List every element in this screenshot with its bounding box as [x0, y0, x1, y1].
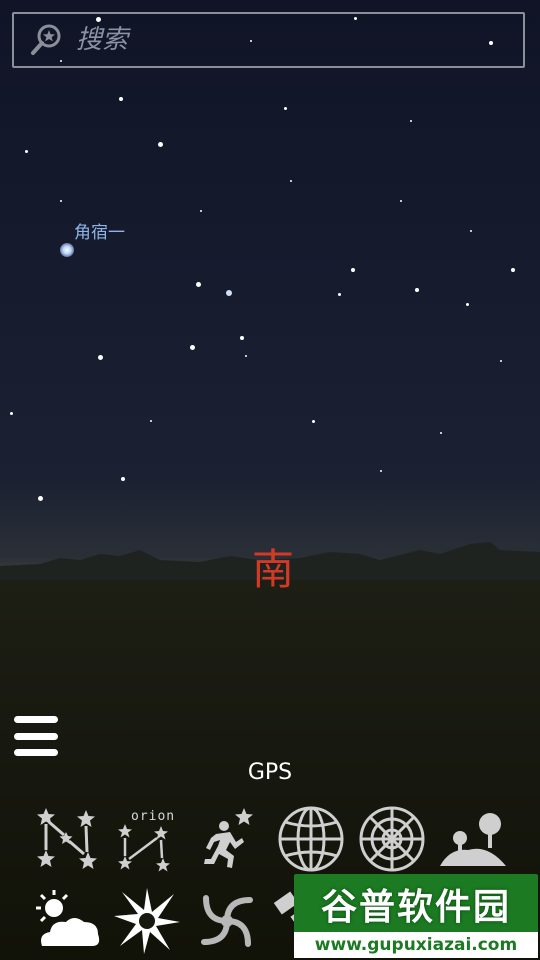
azimuthal-grid-icon — [359, 806, 425, 872]
landscape-icon — [439, 813, 506, 866]
watermark-url: www.gupuxiazai.com — [294, 932, 538, 958]
star — [150, 420, 152, 422]
azimuthal-grid-button[interactable] — [355, 802, 429, 876]
star — [380, 470, 382, 472]
starburst-button[interactable] — [110, 884, 184, 958]
galaxy-button[interactable] — [190, 884, 264, 958]
star — [119, 97, 123, 101]
star — [351, 268, 355, 272]
star — [10, 412, 13, 415]
star — [338, 293, 341, 296]
star — [511, 268, 515, 272]
star — [60, 200, 62, 202]
menu-line — [14, 732, 58, 740]
star — [190, 345, 195, 350]
star — [415, 288, 419, 292]
star — [240, 336, 244, 340]
star-label-spica[interactable]: 角宿一 — [74, 218, 125, 243]
star — [196, 282, 201, 287]
constellation-names-icon: orion — [118, 809, 175, 872]
menu-button[interactable] — [14, 716, 58, 756]
star — [121, 477, 125, 481]
landscape-button[interactable] — [436, 802, 510, 876]
search-icon[interactable] — [24, 18, 68, 62]
constellation-lines-button[interactable] — [30, 802, 104, 876]
runner-button[interactable] — [192, 802, 266, 876]
star — [98, 355, 103, 360]
star — [200, 210, 202, 212]
menu-line — [14, 749, 58, 756]
star — [158, 142, 163, 147]
constellation-lines-icon — [37, 808, 97, 869]
toolbar-row-1: orion — [30, 802, 510, 876]
spica-star[interactable] — [60, 243, 74, 257]
atmosphere-icon — [36, 890, 100, 946]
star — [245, 355, 247, 357]
star — [470, 230, 472, 232]
starburst-icon — [114, 888, 180, 954]
search-bar[interactable] — [12, 12, 525, 68]
equatorial-grid-button[interactable] — [274, 802, 348, 876]
gps-status[interactable]: GPS — [0, 760, 540, 785]
star — [312, 420, 315, 423]
star — [226, 290, 232, 296]
star — [410, 120, 412, 122]
star — [284, 107, 287, 110]
menu-line — [14, 716, 58, 723]
star — [290, 180, 292, 182]
constellation-names-label: orion — [131, 809, 175, 824]
star — [25, 150, 28, 153]
star — [38, 496, 43, 501]
search-input[interactable] — [74, 24, 498, 56]
runner-icon — [204, 808, 254, 868]
watermark: 谷普软件园 www.gupuxiazai.com — [294, 874, 538, 958]
atmosphere-button[interactable] — [30, 884, 104, 958]
star — [500, 360, 502, 362]
equatorial-grid-icon — [278, 806, 344, 872]
constellation-names-button[interactable]: orion — [111, 802, 185, 876]
star — [440, 432, 442, 434]
star — [400, 200, 402, 202]
star — [466, 303, 469, 306]
compass-direction-south: 南 — [252, 545, 295, 594]
galaxy-icon — [201, 895, 253, 947]
watermark-title: 谷普软件园 — [320, 887, 511, 928]
